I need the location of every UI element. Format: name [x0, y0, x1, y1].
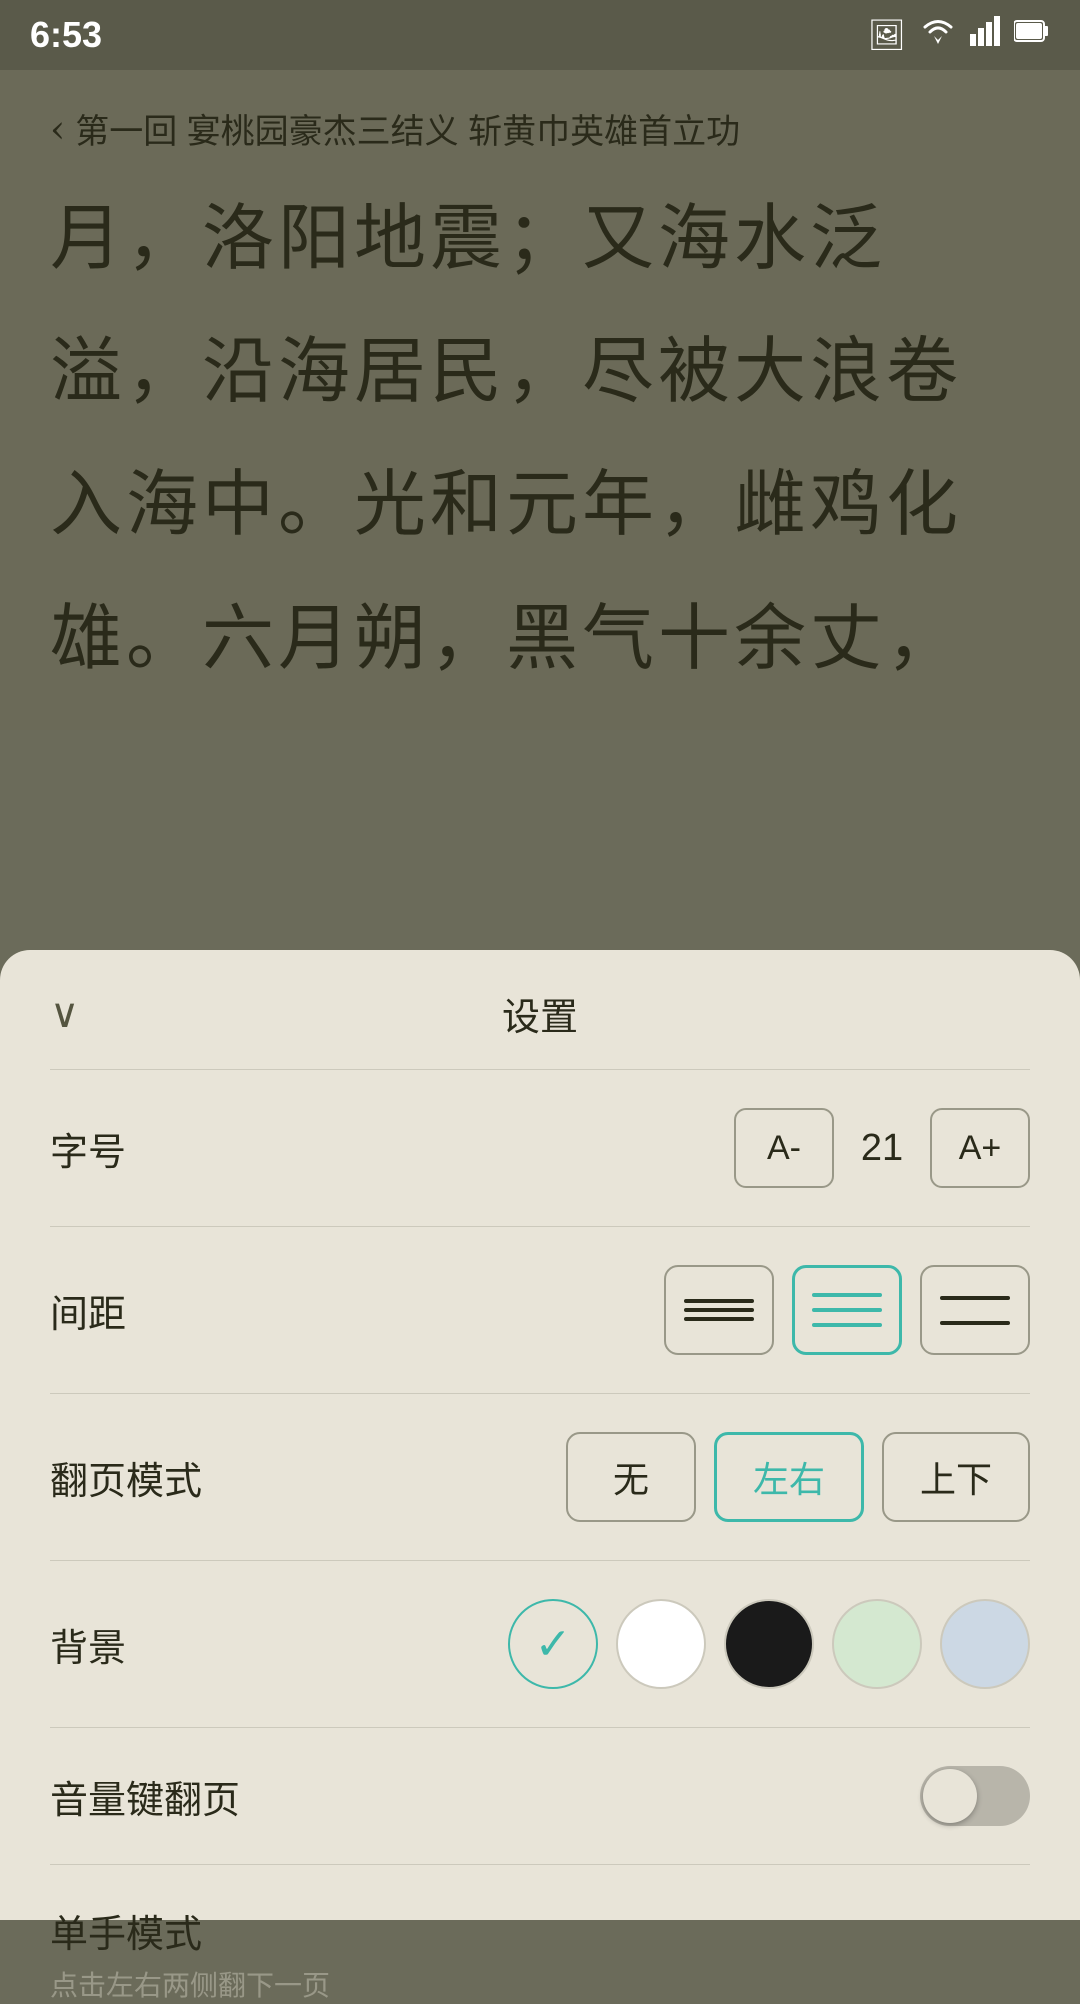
font-size-value: 21	[852, 1127, 912, 1170]
line1	[940, 1296, 1010, 1300]
background-row: 背景 ✓	[50, 1561, 1030, 1728]
font-increase-button[interactable]: A+	[930, 1108, 1030, 1188]
single-hand-row: 单手模式 点击左右两侧翻下一页	[50, 1865, 1030, 2004]
spacing-controls	[664, 1265, 1030, 1355]
volume-key-label: 音量键翻页	[50, 1769, 240, 1824]
page-mode-label: 翻页模式	[50, 1450, 202, 1505]
volume-key-row: 音量键翻页	[50, 1728, 1030, 1865]
spacing-medium-icon	[812, 1293, 882, 1327]
background-label: 背景	[50, 1617, 126, 1672]
bg-green-button[interactable]	[832, 1599, 922, 1689]
bg-black-button[interactable]	[724, 1599, 814, 1689]
back-button[interactable]: ‹	[50, 107, 65, 151]
single-hand-hint: 点击左右两侧翻下一页	[50, 1964, 330, 2004]
single-hand-label: 单手模式	[50, 1903, 330, 1958]
toggle-knob	[923, 1769, 977, 1823]
settings-title: 设置	[502, 986, 578, 1041]
line2	[684, 1308, 754, 1312]
status-bar: 6:53 🖼	[0, 0, 1080, 70]
volume-key-toggle[interactable]	[920, 1766, 1030, 1826]
bg-check-icon: ✓	[535, 1619, 572, 1670]
font-decrease-button[interactable]: A-	[734, 1108, 834, 1188]
spacing-wide-button[interactable]	[920, 1265, 1030, 1355]
line1	[684, 1299, 754, 1303]
line2	[812, 1308, 882, 1312]
bg-blue-button[interactable]	[940, 1599, 1030, 1689]
line3	[812, 1323, 882, 1327]
page-mode-none-button[interactable]: 无	[566, 1432, 696, 1522]
line2	[940, 1321, 1010, 1325]
spacing-row: 间距	[50, 1227, 1030, 1394]
settings-panel: ∨ 设置 字号 A- 21 A+ 间距	[0, 950, 1080, 1920]
spacing-wide-icon	[940, 1296, 1010, 1325]
background-controls: ✓	[508, 1599, 1030, 1689]
page-mode-ud-button[interactable]: 上下	[882, 1432, 1030, 1522]
font-size-controls: A- 21 A+	[734, 1108, 1030, 1188]
line1	[812, 1293, 882, 1297]
bg-white-button[interactable]	[616, 1599, 706, 1689]
spacing-compact-button[interactable]	[664, 1265, 774, 1355]
wifi-icon	[920, 16, 956, 54]
line3	[684, 1317, 754, 1321]
reading-content: 月，洛阳地震；又海水泛溢，沿海居民，尽被大浪卷入海中。光和元年，雌鸡化雄。六月朔…	[50, 173, 1030, 730]
image-icon: 🖼	[868, 18, 906, 53]
close-settings-button[interactable]: ∨	[50, 991, 79, 1037]
spacing-medium-button[interactable]	[792, 1265, 902, 1355]
page-mode-row: 翻页模式 无 左右 上下	[50, 1394, 1030, 1561]
font-size-row: 字号 A- 21 A+	[50, 1070, 1030, 1227]
font-size-label: 字号	[50, 1121, 126, 1176]
status-icons: 🖼	[868, 16, 1050, 54]
battery-icon	[1014, 17, 1050, 53]
signal-icon	[970, 16, 1000, 54]
page-mode-lr-button[interactable]: 左右	[714, 1432, 864, 1522]
status-time: 6:53	[30, 14, 102, 56]
settings-header: ∨ 设置	[50, 950, 1030, 1070]
single-hand-label-group: 单手模式 点击左右两侧翻下一页	[50, 1903, 330, 2004]
spacing-compact-icon	[684, 1299, 754, 1321]
bg-beige-button[interactable]: ✓	[508, 1599, 598, 1689]
chapter-title: 第一回 宴桃园豪杰三结义 斩黄巾英雄首立功	[75, 104, 740, 153]
nav-bar[interactable]: ‹ 第一回 宴桃园豪杰三结义 斩黄巾英雄首立功	[50, 90, 1030, 173]
spacing-label: 间距	[50, 1283, 126, 1338]
reading-area: ‹ 第一回 宴桃园豪杰三结义 斩黄巾英雄首立功 月，洛阳地震；又海水泛溢，沿海居…	[0, 70, 1080, 730]
page-mode-controls: 无 左右 上下	[566, 1432, 1030, 1522]
